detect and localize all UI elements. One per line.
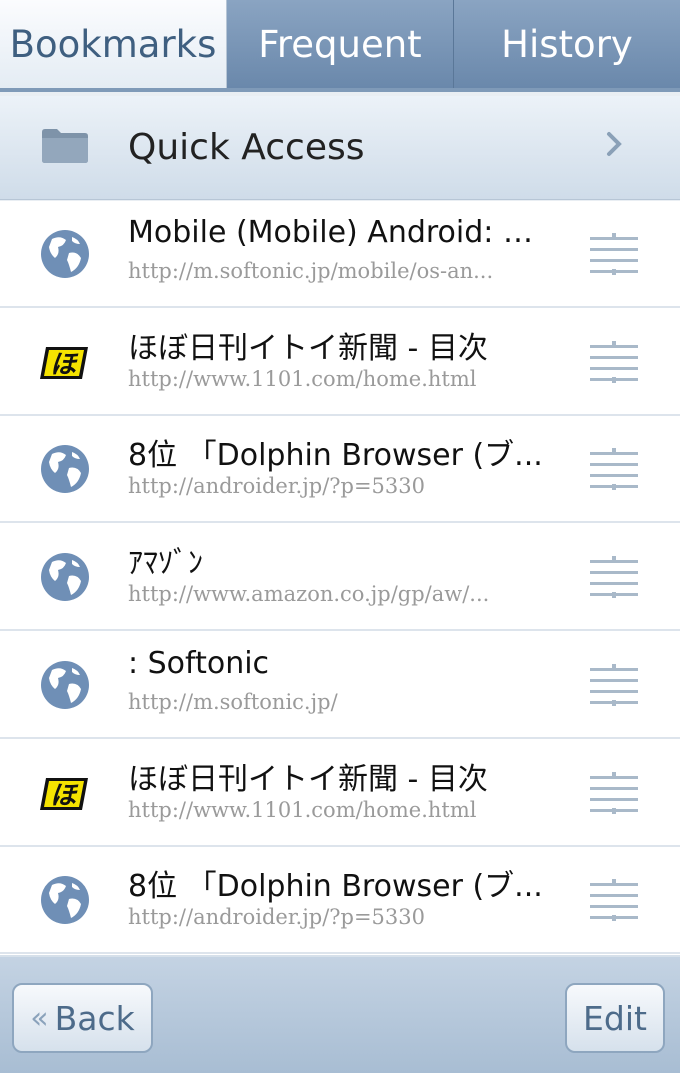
bookmark-title: 8位 「Dolphin Browser (ブ...	[128, 438, 543, 474]
bookmark-title: Mobile (Mobile) Android: S...	[128, 215, 548, 250]
globe-icon	[41, 445, 89, 494]
bookmark-title: : Softonic	[128, 645, 270, 681]
drag-handle-icon[interactable]	[586, 663, 642, 706]
globe-icon	[41, 876, 89, 925]
tab-bookmarks[interactable]: Bookmarks	[0, 0, 227, 88]
tab-frequent[interactable]: Frequent	[227, 0, 454, 88]
tab-bar: Bookmarks Frequent History	[0, 0, 680, 92]
bookmark-row[interactable]: 8位 「Dolphin Browser (ブ... http://androide…	[0, 847, 680, 955]
bookmark-url: http://www.1101.com/home.html	[128, 797, 477, 822]
tab-history[interactable]: History	[454, 0, 680, 88]
globe-icon	[41, 660, 89, 709]
back-button-label: Back	[54, 998, 135, 1038]
bookmark-list: Mobile (Mobile) Android: S... http://m.so…	[0, 201, 680, 955]
bookmark-row[interactable]: ほ ほぼ日刊イトイ新聞 - 目次 http://www.1101.com/home.…	[0, 308, 680, 416]
bookmark-row[interactable]: ｱﾏｿﾞﾝ http://www.amazon.co.jp/gp/aw/...	[0, 524, 680, 632]
globe-icon	[41, 230, 89, 278]
edit-button[interactable]: Edit	[565, 983, 665, 1053]
drag-handle-icon[interactable]	[586, 233, 642, 275]
bookmark-url: http://www.1101.com/home.html	[128, 366, 477, 391]
bookmark-title: 8位 「Dolphin Browser (ブ...	[128, 869, 543, 905]
drag-handle-icon[interactable]	[586, 556, 642, 599]
quick-access-row[interactable]: Quick Access	[0, 96, 680, 200]
double-chevron-left-icon: «	[30, 1000, 49, 1036]
bookmark-url: http://m.softonic.jp/mobile/os-an...	[128, 259, 494, 283]
bookmark-title: ほぼ日刊イトイ新聞 - 目次	[128, 761, 488, 797]
bookmark-row[interactable]: 8位 「Dolphin Browser (ブ... http://androide…	[0, 416, 680, 524]
bookmark-url: http://androider.jp/?p=5330	[128, 474, 426, 499]
drag-handle-icon[interactable]	[586, 448, 642, 491]
chevron-right-icon	[607, 132, 622, 156]
svg-text:ほ: ほ	[50, 781, 79, 811]
bookmark-title: ｱﾏｿﾞﾝ	[128, 546, 203, 582]
drag-handle-icon[interactable]	[586, 340, 642, 383]
hobonichi-icon: ほ	[40, 777, 88, 811]
bookmark-title: ほぼ日刊イトイ新聞 - 目次	[128, 330, 488, 366]
bookmark-url: http://m.softonic.jp/	[128, 689, 338, 714]
globe-icon	[41, 553, 89, 602]
back-button[interactable]: « Back	[12, 983, 153, 1053]
quick-access-label: Quick Access	[128, 127, 365, 168]
svg-text:ほ: ほ	[50, 350, 79, 380]
bottom-toolbar: « Back Edit	[0, 955, 680, 1073]
drag-handle-icon[interactable]	[586, 879, 642, 922]
folder-icon	[42, 129, 88, 163]
bookmark-row[interactable]: : Softonic http://m.softonic.jp/	[0, 631, 680, 739]
drag-handle-icon[interactable]	[586, 771, 642, 814]
bookmark-url: http://www.amazon.co.jp/gp/aw/...	[128, 582, 490, 607]
bookmark-row[interactable]: ほ ほぼ日刊イトイ新聞 - 目次 http://www.1101.com/home.…	[0, 739, 680, 847]
bookmark-url: http://androider.jp/?p=5330	[128, 905, 426, 930]
bookmark-row[interactable]: Mobile (Mobile) Android: S... http://m.so…	[0, 201, 680, 308]
hobonichi-icon: ほ	[40, 346, 88, 380]
